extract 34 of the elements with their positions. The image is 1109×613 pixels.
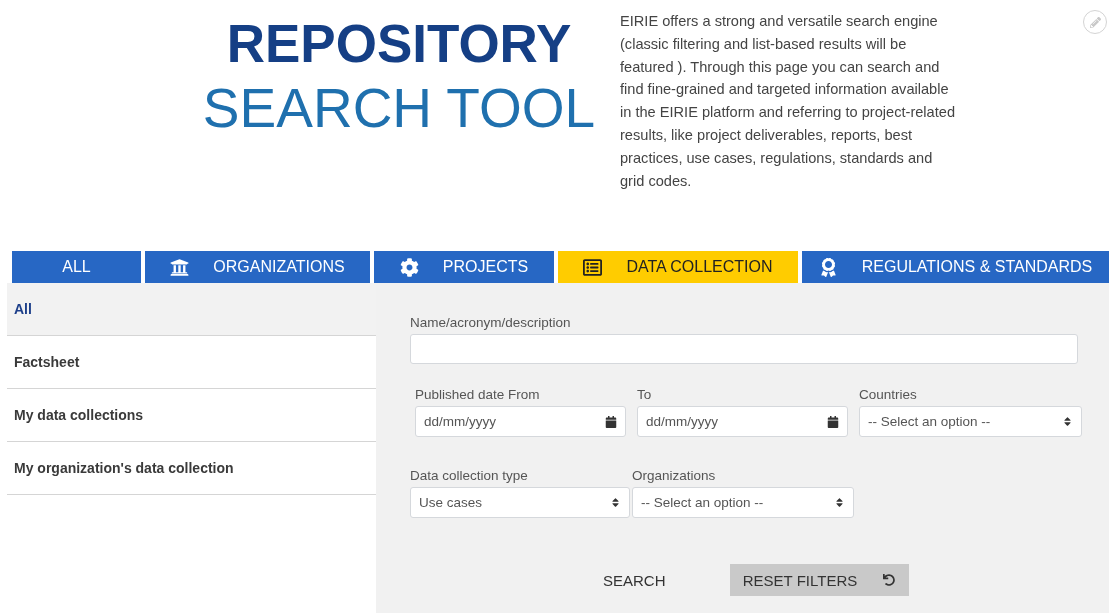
tab[interactable]: PROJECTS	[374, 251, 554, 283]
tab[interactable]: REGULATIONS & STANDARDS	[802, 251, 1109, 283]
calendar-icon	[827, 415, 839, 428]
tab[interactable]: DATA COLLECTION	[558, 251, 798, 283]
pencil-icon	[1089, 16, 1101, 28]
bank-icon	[170, 257, 190, 277]
select-field[interactable]: Use cases	[410, 487, 630, 518]
select-field[interactable]: -- Select an option --	[859, 406, 1082, 437]
sort-icon	[610, 497, 621, 508]
name-field[interactable]	[410, 334, 1078, 364]
page-title: REPOSITORY	[226, 13, 572, 75]
gear-icon	[399, 257, 419, 277]
calendar-icon	[605, 415, 617, 428]
date-field[interactable]: dd/mm/yyyy	[637, 406, 848, 437]
field-label: To	[637, 387, 653, 402]
sidebar-item[interactable]: All	[7, 283, 376, 336]
field-label: Published date From	[415, 387, 541, 402]
description: EIRIE offers a strong and versatile search engine (classic filtering and list-based results will be featured ). Through this page you can search and find fine-grained and targeted information available in the EIRIE platform and referring to project-related results, like project deliverables, reports, best practices, use cases, regulations, standards and grid codes.	[620, 12, 955, 191]
tab[interactable]: ALL	[12, 251, 141, 283]
field-label: Countries	[859, 387, 918, 402]
sort-icon	[834, 497, 845, 508]
field-label: Name/acronym/description	[410, 315, 572, 330]
search-button[interactable]: SEARCH	[603, 567, 666, 593]
undo-icon	[883, 574, 896, 586]
date-field[interactable]: dd/mm/yyyy	[415, 406, 626, 437]
award-icon	[818, 257, 838, 277]
select-field[interactable]: -- Select an option --	[632, 487, 854, 518]
tab[interactable]: ORGANIZATIONS	[145, 251, 370, 283]
field-label: Organizations	[632, 468, 717, 483]
field-label: Data collection type	[410, 468, 529, 483]
list-icon	[583, 257, 603, 277]
page-subtitle: SEARCH TOOL	[202, 76, 596, 140]
reset-filters-button[interactable]: RESET FILTERS	[729, 564, 909, 596]
sort-icon	[1062, 416, 1073, 427]
